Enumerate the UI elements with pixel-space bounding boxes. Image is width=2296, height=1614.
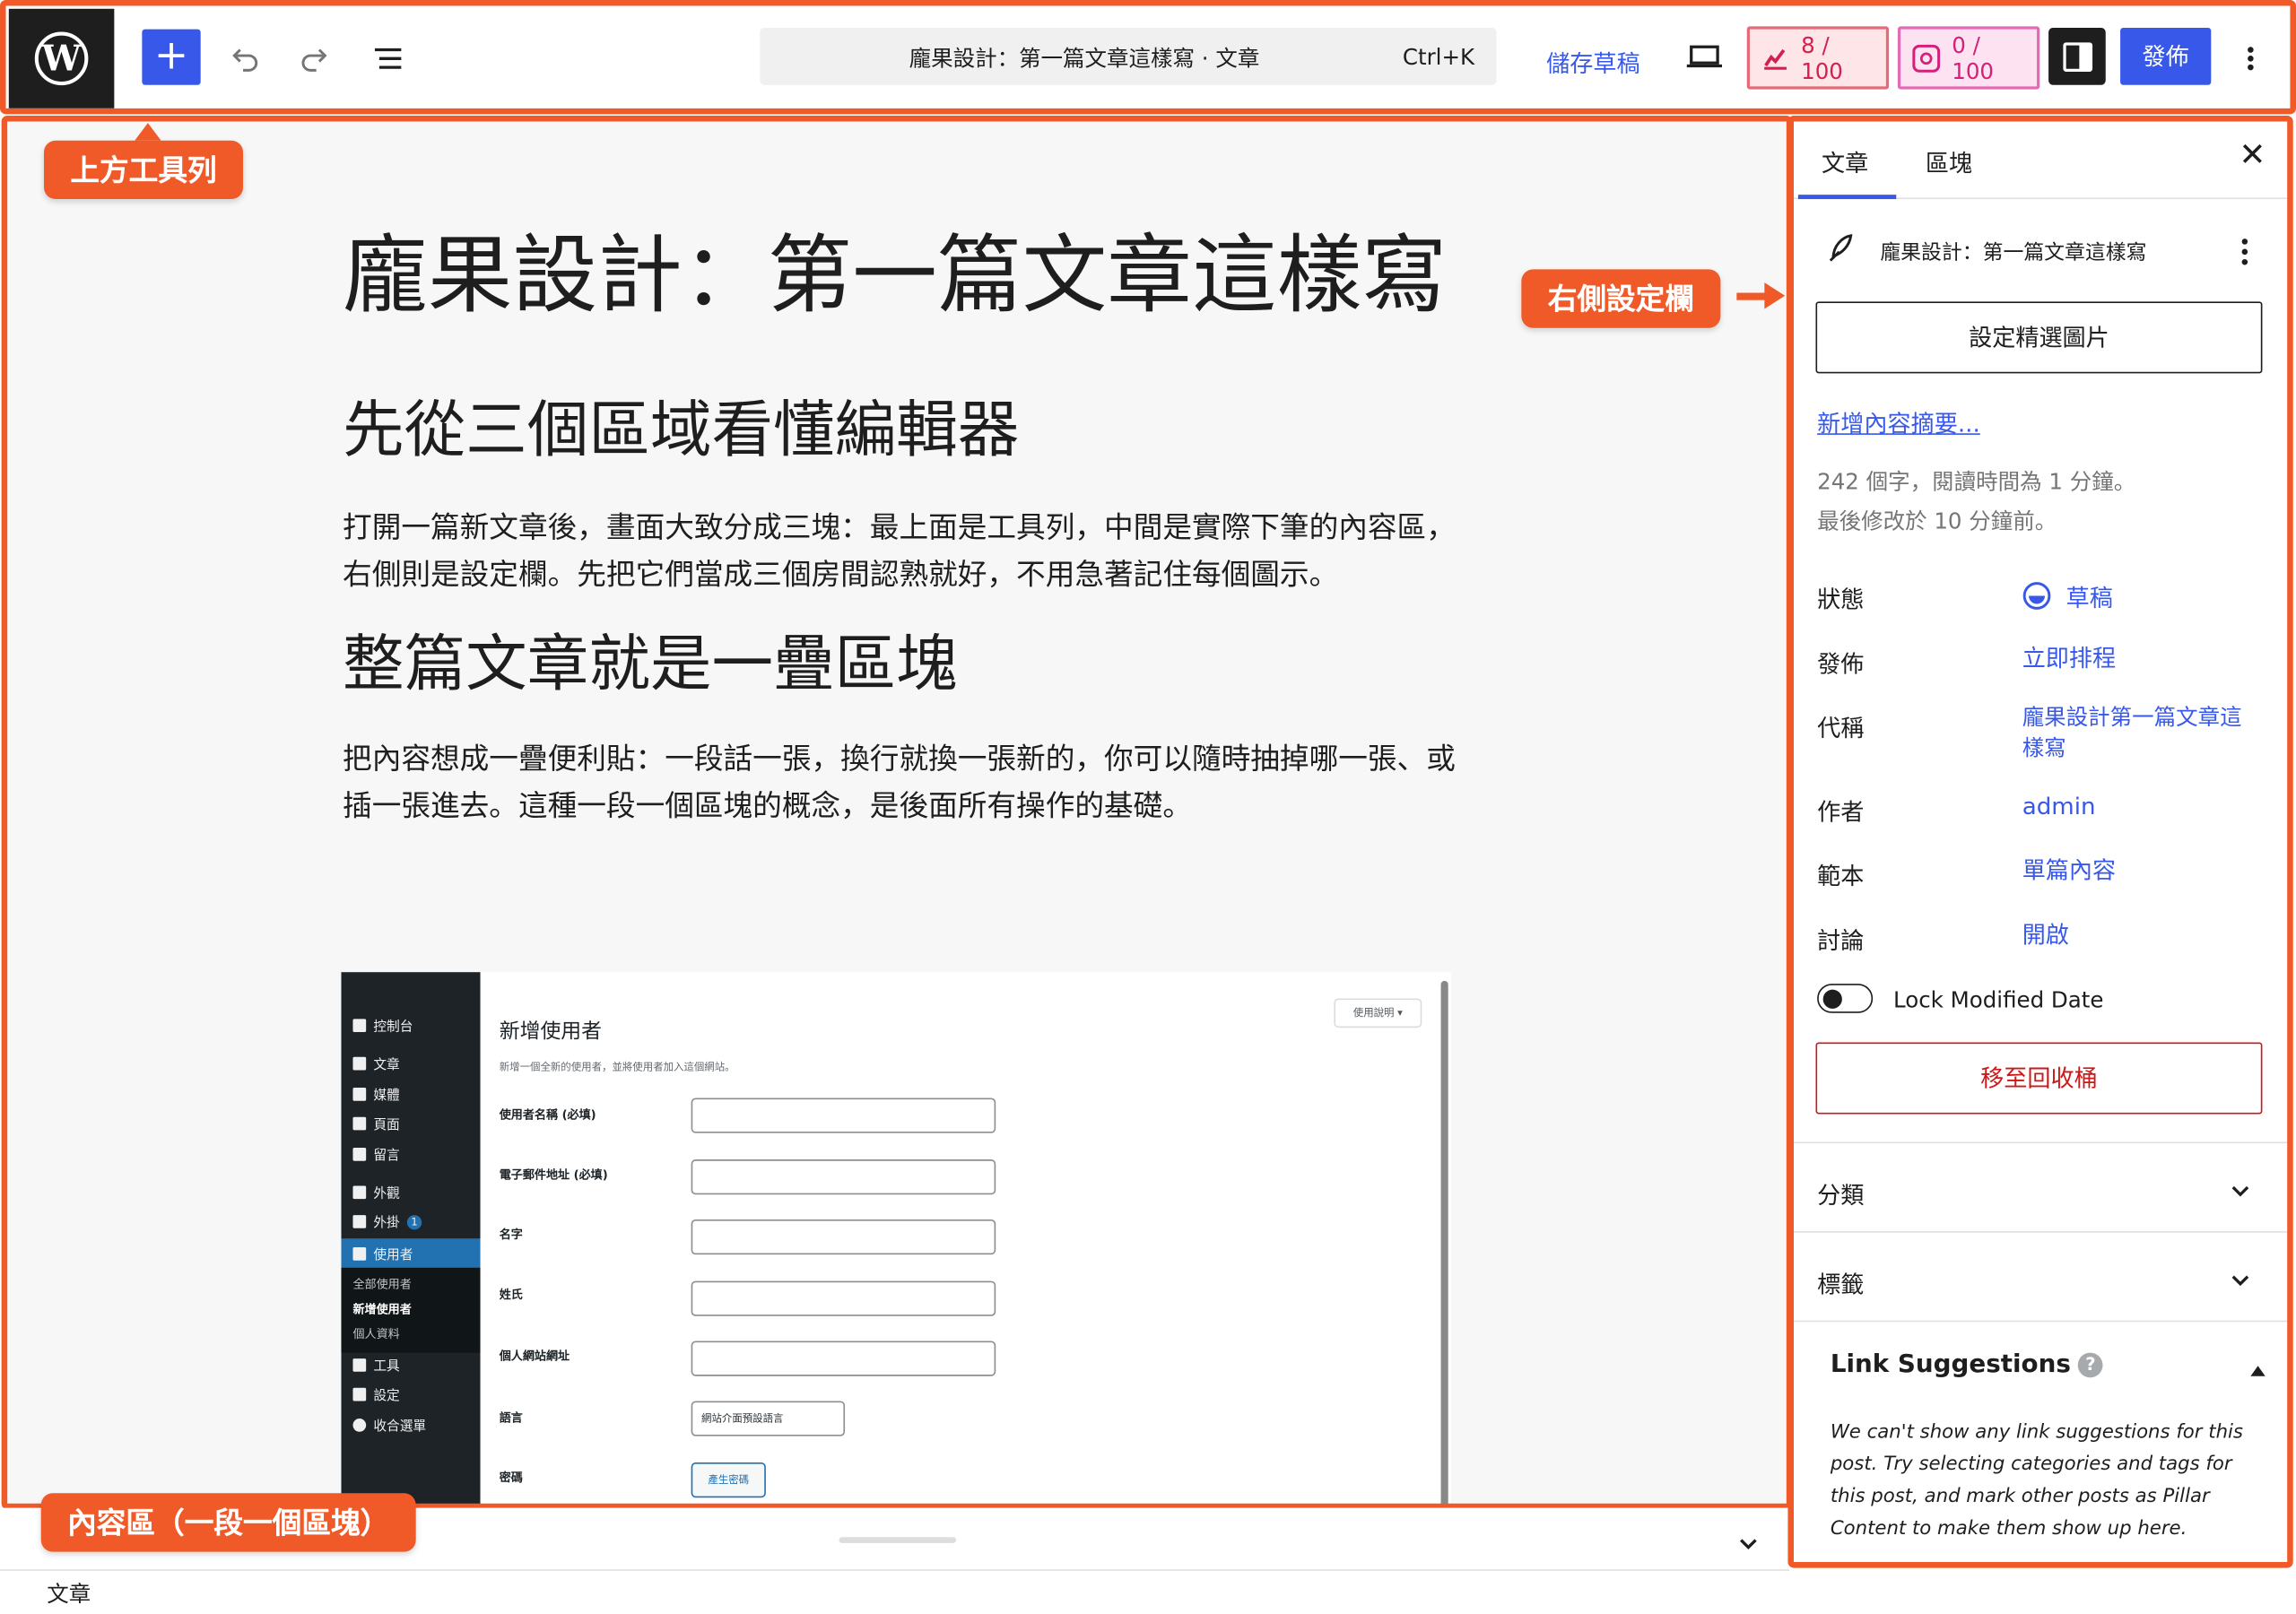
sidebar-highlight (1787, 115, 2293, 1568)
callout-right-sidebar: 右側設定欄 (1521, 269, 1721, 328)
chevron-down-icon[interactable] (1736, 1532, 1760, 1561)
breadcrumb[interactable]: 文章 (47, 1578, 91, 1609)
divider (0, 1569, 1790, 1571)
callout-content-area: 內容區（一段一個區塊） (40, 1493, 416, 1552)
callout-top-toolbar: 上方工具列 (43, 140, 244, 200)
content-area-highlight (1, 115, 1793, 1510)
callout-arrow-head (1764, 282, 1786, 309)
top-toolbar-highlight (0, 0, 2296, 115)
resize-handle[interactable] (839, 1537, 957, 1543)
callout-pointer (135, 123, 161, 141)
